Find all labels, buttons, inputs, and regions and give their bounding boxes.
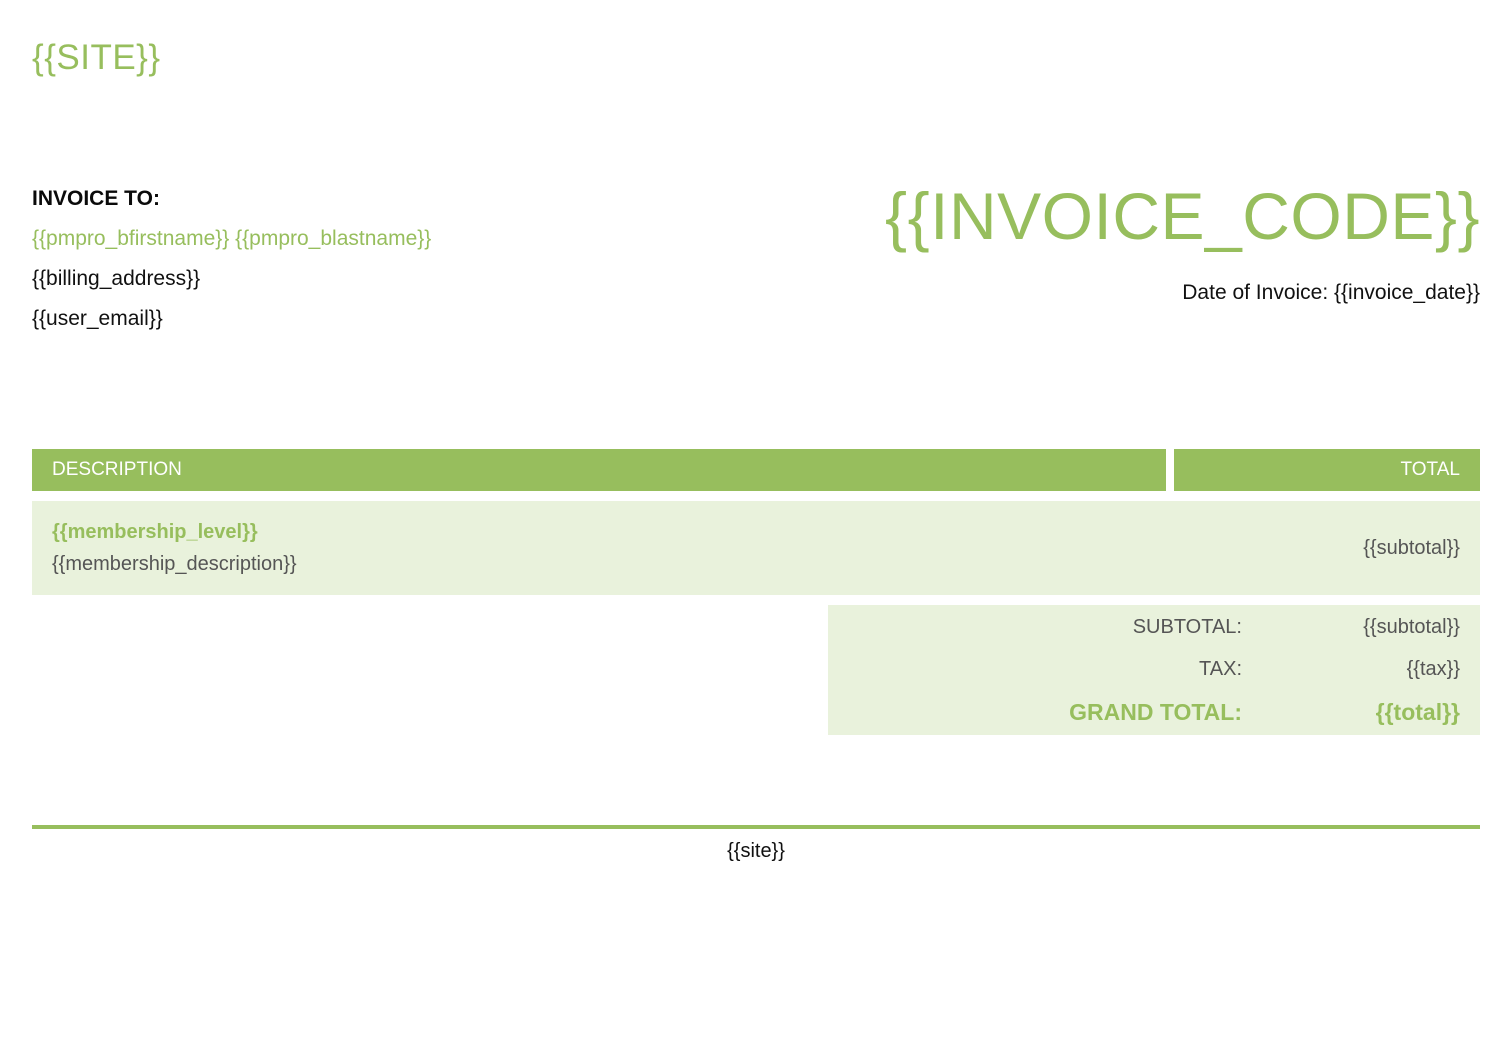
bill-to-email: {{user_email}} — [32, 307, 163, 330]
table-row: {{membership_level}} {{membership_descri… — [32, 501, 1480, 595]
subtotal-value: {{subtotal}} — [1363, 616, 1460, 638]
site-title: {{SITE}} — [32, 38, 161, 77]
tax-row: TAX: {{tax}} — [828, 654, 1480, 684]
grand-total-value: {{total}} — [1375, 699, 1460, 725]
subtotal-row: SUBTOTAL: {{subtotal}} — [828, 612, 1480, 642]
bill-to-heading: INVOICE TO: — [32, 187, 160, 210]
invoice-date: Date of Invoice: {{invoice_date}} — [1182, 281, 1480, 304]
invoice-code: {{INVOICE_CODE}} — [885, 179, 1480, 253]
membership-description: {{membership_description}} — [52, 553, 297, 575]
grand-total-row: GRAND TOTAL: {{total}} — [828, 697, 1480, 727]
footer-site: {{site}} — [727, 840, 785, 862]
subtotal-label: SUBTOTAL: — [1132, 616, 1242, 638]
bill-to-address: {{billing_address}} — [32, 267, 201, 290]
tax-label: TAX: — [1199, 658, 1242, 680]
totals-box: SUBTOTAL: {{subtotal}} TAX: {{tax}} GRAN… — [828, 605, 1480, 735]
table-header: DESCRIPTION TOTAL — [32, 449, 1480, 491]
item-amount: {{subtotal}} — [1363, 537, 1460, 559]
tax-value: {{tax}} — [1406, 658, 1460, 680]
column-header-total: TOTAL — [1174, 449, 1480, 491]
bill-to-name: {{pmpro_bfirstname}} {{pmpro_blastname}} — [32, 227, 432, 250]
membership-level: {{membership_level}} — [52, 521, 258, 543]
footer-divider — [32, 825, 1480, 829]
grand-total-label: GRAND TOTAL: — [1069, 699, 1242, 725]
column-header-description: DESCRIPTION — [32, 449, 1166, 491]
bill-to-block: INVOICE TO: {{pmpro_bfirstname}} {{pmpro… — [32, 184, 632, 339]
